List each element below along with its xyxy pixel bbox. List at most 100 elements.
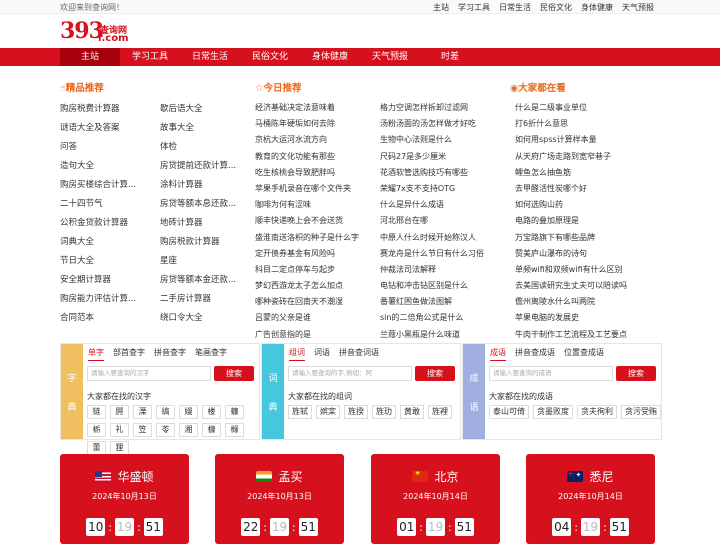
nav-item-health[interactable]: 身体健康	[300, 48, 360, 66]
top-link-life[interactable]: 日常生活	[499, 2, 531, 13]
watching-link[interactable]: 如何用spss计算样本量	[515, 132, 627, 148]
dict-hot-chip[interactable]: 湘	[179, 423, 198, 437]
recommend-link[interactable]: 购房税款计算器	[160, 233, 250, 252]
today-link[interactable]: 吕蒙的父亲是谁	[255, 310, 380, 326]
today-link[interactable]: 兰蔻小黑瓶是什么味道	[380, 327, 490, 343]
today-link[interactable]: 顺丰快递晚上会不会送货	[255, 213, 380, 229]
recommend-link[interactable]: 房贷提前还款计算...	[160, 157, 250, 176]
dict-hot-chip[interactable]: 蕾	[87, 441, 106, 455]
today-link[interactable]: 荣耀7x支不支持OTG	[380, 181, 490, 197]
watching-link[interactable]: 万宝路旗下有哪些品牌	[515, 230, 627, 246]
dict-hot-chip[interactable]: 黄敢	[400, 405, 424, 419]
dict-hot-chip[interactable]: 旌轼	[288, 405, 312, 419]
recommend-link[interactable]: 公积金贷款计算器	[60, 214, 160, 233]
watching-link[interactable]: 牛肉干制作工艺流程及工艺要点	[515, 327, 627, 343]
watching-link[interactable]: 儋州离陵水什么叫两院	[515, 294, 627, 310]
dict-search-button[interactable]: 搜索	[415, 366, 455, 381]
dict-tab[interactable]: 位置查成语	[564, 347, 604, 361]
dict-search-input[interactable]: 请输入要查询的成语	[489, 366, 613, 381]
today-link[interactable]: 格力空调怎样拆卸过滤网	[380, 100, 490, 116]
recommend-link[interactable]: 问答	[60, 138, 160, 157]
dict-hot-chip[interactable]: 贪污受贿	[621, 405, 661, 419]
nav-item-folk[interactable]: 民俗文化	[240, 48, 300, 66]
nav-item-weather[interactable]: 天气预报	[360, 48, 420, 66]
dict-hot-chip[interactable]: 礼	[110, 423, 129, 437]
today-link[interactable]: 吃生核桃会导致肥胖吗	[255, 165, 380, 181]
dict-hot-chip[interactable]: 槺	[202, 423, 221, 437]
watching-link[interactable]: 如何选购山药	[515, 197, 627, 213]
dict-tab[interactable]: 笔画查字	[195, 347, 227, 361]
nav-item-study[interactable]: 学习工具	[120, 48, 180, 66]
dict-tab[interactable]: 单字	[88, 347, 104, 361]
today-link[interactable]: 汤粉汤面的汤怎样做才好吃	[380, 116, 490, 132]
recommend-link[interactable]: 购房税费计算器	[60, 100, 160, 119]
recommend-link[interactable]: 谜语大全及答案	[60, 119, 160, 138]
site-logo[interactable]: 393 查询网 r.com	[60, 18, 140, 46]
dict-hot-chip[interactable]: 栃	[87, 423, 106, 437]
watching-link[interactable]: 鲤鱼怎么抽鱼筋	[515, 165, 627, 181]
recommend-link[interactable]: 故事大全	[160, 119, 250, 138]
recommend-link[interactable]: 绕口令大全	[160, 309, 250, 328]
dict-search-button[interactable]: 搜索	[616, 366, 656, 381]
recommend-link[interactable]: 词典大全	[60, 233, 160, 252]
watching-link[interactable]: 从天府广场走路到宽窄巷子	[515, 149, 627, 165]
today-link[interactable]: 盛淮南送洛枳的种子是什么字	[255, 230, 380, 246]
today-link[interactable]: 科目二定点停车与起步	[255, 262, 380, 278]
dict-tab[interactable]: 词语	[314, 347, 330, 361]
today-link[interactable]: 仲裁法司法解释	[380, 262, 490, 278]
dict-tab[interactable]: 部首查字	[113, 347, 145, 361]
recommend-link[interactable]: 涂料计算器	[160, 176, 250, 195]
dict-tab[interactable]: 拼音查成语	[515, 347, 555, 361]
watching-link[interactable]: 电路的叠加原理是	[515, 213, 627, 229]
watching-link[interactable]: 去美国读研究生丈夫可以陪读吗	[515, 278, 627, 294]
top-link-folk[interactable]: 民俗文化	[540, 2, 572, 13]
dict-hot-chip[interactable]: 旌玏	[372, 405, 396, 419]
recommend-link[interactable]: 二手房计算器	[160, 290, 250, 309]
nav-item-main[interactable]: 主站	[60, 48, 120, 66]
watching-link[interactable]: 苹果电脑的发展史	[515, 310, 627, 326]
recommend-link[interactable]: 地砖计算器	[160, 214, 250, 233]
recommend-link[interactable]: 房贷等额本息还款...	[160, 195, 250, 214]
today-link[interactable]: 教育的文化功能有那些	[255, 149, 380, 165]
today-link[interactable]: 花酒软管选购技巧有哪些	[380, 165, 490, 181]
today-link[interactable]: 电钻和冲击钻区别是什么	[380, 278, 490, 294]
dict-hot-chip[interactable]: 苓	[156, 423, 175, 437]
dict-hot-chip[interactable]: 嫔寀	[316, 405, 340, 419]
dict-hot-chip[interactable]: 嫚	[179, 405, 198, 419]
top-link-health[interactable]: 身体健康	[581, 2, 613, 13]
today-link[interactable]: 河北邢台在哪	[380, 213, 490, 229]
top-link-study[interactable]: 学习工具	[458, 2, 490, 13]
dict-hot-chip[interactable]: 旌揆	[344, 405, 368, 419]
dict-hot-chip[interactable]: 贪墨败度	[533, 405, 573, 419]
today-link[interactable]: 广告创意指的是	[255, 327, 380, 343]
watching-link[interactable]: 赞美庐山瀑布的诗句	[515, 246, 627, 262]
recommend-link[interactable]: 星座	[160, 252, 250, 271]
dict-search-input[interactable]: 请输入要查询的字,例如：阿	[288, 366, 412, 381]
recommend-link[interactable]: 造句大全	[60, 157, 160, 176]
recommend-link[interactable]: 合同范本	[60, 309, 160, 328]
dict-hot-chip[interactable]: 贪夫徇利	[577, 405, 617, 419]
dict-hot-chip[interactable]: 橼	[225, 423, 244, 437]
today-link[interactable]: 生物中心法则是什么	[380, 132, 490, 148]
dict-hot-chip[interactable]: 缟	[156, 405, 175, 419]
watching-link[interactable]: 去甲醛活性炭哪个好	[515, 181, 627, 197]
dict-tab[interactable]: 组词	[289, 347, 305, 361]
recommend-link[interactable]: 歇后语大全	[160, 100, 250, 119]
today-link[interactable]: 马桶陈年硬垢如何去除	[255, 116, 380, 132]
today-link[interactable]: sin的二倍角公式是什么	[380, 310, 490, 326]
recommend-link[interactable]: 节日大全	[60, 252, 160, 271]
watching-link[interactable]: 单频wifi和双频wifi有什么区别	[515, 262, 627, 278]
today-link[interactable]: 咖啡为何有涩味	[255, 197, 380, 213]
watching-link[interactable]: 什么是二级事业单位	[515, 100, 627, 116]
today-link[interactable]: 番薯红困鱼做法图解	[380, 294, 490, 310]
today-link[interactable]: 哪种瓷砖在回南天不潮湿	[255, 294, 380, 310]
today-link[interactable]: 尺码27是多少厘米	[380, 149, 490, 165]
dict-hot-chip[interactable]: 笠	[133, 423, 152, 437]
dict-hot-chip[interactable]: 旌裡	[428, 405, 452, 419]
today-link[interactable]: 京杭大运河水流方向	[255, 132, 380, 148]
dict-hot-chip[interactable]: 泰山可倚	[489, 405, 529, 419]
dict-tab[interactable]: 拼音查字	[154, 347, 186, 361]
today-link[interactable]: 定开债券基金有风险吗	[255, 246, 380, 262]
dict-search-button[interactable]: 搜索	[214, 366, 254, 381]
today-link[interactable]: 什么是异什么成语	[380, 197, 490, 213]
